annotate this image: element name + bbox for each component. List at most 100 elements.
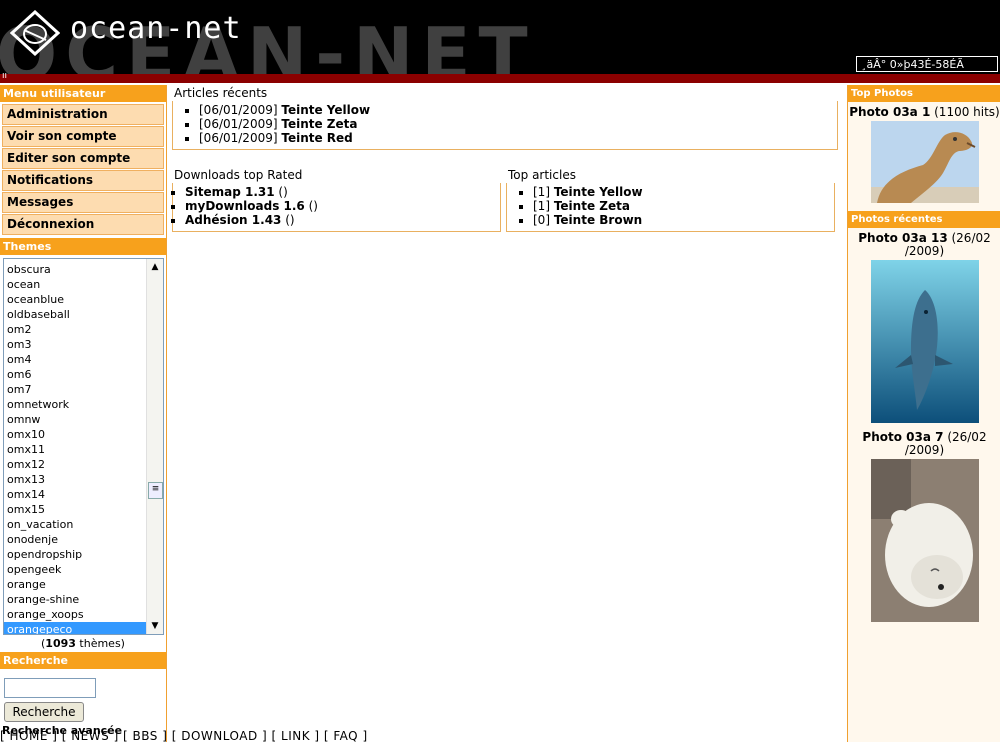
search-title: Recherche [0,652,166,669]
theme-list-scrollbar[interactable]: ▲ ≡ ▼ [146,259,163,634]
download-meta: () [281,213,295,227]
list-item[interactable]: [06/01/2009] Teinte Red [199,131,837,145]
theme-option[interactable]: omx12 [4,457,146,472]
article-count: [1] [533,185,550,199]
footer-links[interactable]: [ HOME ] [ NEWS ] [ BBS ] [ DOWNLOAD ] [… [0,729,368,743]
list-item[interactable]: [06/01/2009] Teinte Zeta [199,117,837,131]
menu-item-logout[interactable]: Déconnexion [2,214,164,235]
list-item[interactable]: Sitemap 1.31 () [185,185,500,199]
recent-photos-title: Photos récentes [848,211,1000,228]
main-content: Articles récents [06/01/2009] Teinte Yel… [172,85,842,232]
menu-item-notifications[interactable]: Notifications [2,170,164,191]
article-count: [1] [533,199,550,213]
theme-option[interactable]: om7 [4,382,146,397]
theme-option[interactable]: omx13 [4,472,146,487]
search-input[interactable] [4,678,96,698]
header-red-bar: ıı [0,71,1000,83]
theme-count-number: 1093 [45,637,76,650]
scroll-thumb[interactable]: ≡ [148,482,163,499]
theme-option[interactable]: orange-shine [4,592,146,607]
theme-option[interactable]: omx14 [4,487,146,502]
list-item[interactable]: [1] Teinte Yellow [533,185,834,199]
photo-caption: Photo 03a 7 (26/02 /2009) [848,431,1000,457]
recent-articles-box: [06/01/2009] Teinte Yellow [06/01/2009] … [172,101,838,150]
list-item[interactable]: [06/01/2009] Teinte Yellow [199,103,837,117]
list-item[interactable]: myDownloads 1.6 () [185,199,500,213]
theme-option[interactable]: orange_xoops [4,607,146,622]
top-articles-block: Top articles [1] Teinte Yellow [1] Teint… [506,167,835,232]
article-link[interactable]: Teinte Brown [554,213,642,227]
article-link[interactable]: Teinte Yellow [281,103,370,117]
dolphin-photo[interactable] [870,260,979,423]
theme-option[interactable]: oldbaseball [4,307,146,322]
theme-count-suffix: thèmes) [75,637,125,650]
recent-articles-block: Articles récents [06/01/2009] Teinte Yel… [172,85,838,150]
download-link[interactable]: Adhésion 1.43 [185,213,281,227]
theme-option[interactable]: omx10 [4,427,146,442]
theme-option[interactable]: opengeek [4,562,146,577]
photo-title-link[interactable]: Photo 03a 13 [858,231,947,245]
themes-title: Themes [0,238,166,255]
download-meta: () [274,185,288,199]
theme-option[interactable]: orangepeco [4,622,146,634]
left-column: Menu utilisateur Administration Voir son… [0,85,167,742]
theme-option[interactable]: opendropship [4,547,146,562]
theme-option[interactable]: on_vacation [4,517,146,532]
theme-option[interactable]: onodenje [4,532,146,547]
article-link[interactable]: Teinte Yellow [554,185,643,199]
menu-item-administration[interactable]: Administration [2,104,164,125]
scroll-down-arrow-icon[interactable]: ▼ [147,618,163,634]
photo-caption: Photo 03a 1 (1100 hits) [848,106,1000,119]
top-photos-title: Top Photos [848,85,1000,102]
top-articles-title: Top articles [508,168,576,182]
menu-item-view-account[interactable]: Voir son compte [2,126,164,147]
theme-option[interactable]: om3 [4,337,146,352]
article-count: [0] [533,213,550,227]
photo-caption: Photo 03a 13 (26/02 /2009) [848,232,1000,258]
theme-option[interactable]: om4 [4,352,146,367]
right-column: Top Photos Photo 03a 1 (1100 hits) Photo… [847,85,1000,742]
search-button[interactable]: Recherche [4,702,84,722]
theme-option[interactable]: omnw [4,412,146,427]
list-item[interactable]: [0] Teinte Brown [533,213,834,227]
article-date: [06/01/2009] [199,103,278,117]
user-menu-title: Menu utilisateur [0,85,166,102]
theme-select-list[interactable]: obscura ocean oceanblue oldbaseball om2 om3 om… [3,258,164,635]
theme-option[interactable]: ocean [4,277,146,292]
download-meta: () [304,199,318,213]
theme-count: (1093 thèmes) [0,635,166,652]
photo-title-link[interactable]: Photo 03a 1 [849,105,930,119]
theme-option[interactable]: orange [4,577,146,592]
list-item[interactable]: Adhésion 1.43 () [185,213,500,227]
theme-options: obscura ocean oceanblue oldbaseball om2 om3 om… [4,262,146,634]
article-link[interactable]: Teinte Zeta [281,117,357,131]
photo-title-link[interactable]: Photo 03a 7 [862,430,943,444]
header-info-box: ¸äÂ° 0»þ43É-58ÉÃ [856,56,998,72]
download-link[interactable]: Sitemap 1.31 [185,185,275,199]
menu-item-edit-account[interactable]: Editer son compte [2,148,164,169]
theme-option[interactable]: om2 [4,322,146,337]
article-link[interactable]: Teinte Red [281,131,352,145]
red-bar-mark: ıı [2,71,8,81]
theme-option[interactable]: omx11 [4,442,146,457]
top-articles-box: [1] Teinte Yellow [1] Teinte Zeta [0] Te… [506,183,835,232]
theme-option[interactable]: omx15 [4,502,146,517]
site-logo-text[interactable]: ocean-net [70,14,242,44]
polar-bear-photo[interactable] [870,459,979,622]
site-header: OCEAN-NET ocean-net ¸äÂ° 0»þ43É-58ÉÃ [0,0,1000,74]
article-link[interactable]: Teinte Zeta [554,199,630,213]
camel-photo[interactable] [870,121,979,203]
theme-option[interactable]: oceanblue [4,292,146,307]
photo-meta: (1100 hits) [930,105,1000,119]
menu-item-messages[interactable]: Messages [2,192,164,213]
logo-icon[interactable] [10,10,60,56]
scroll-up-arrow-icon[interactable]: ▲ [147,259,163,275]
recent-articles-title: Articles récents [174,86,268,100]
user-menu: Administration Voir son compte Editer so… [0,102,166,238]
theme-option[interactable]: om6 [4,367,146,382]
article-date: [06/01/2009] [199,131,278,145]
theme-option[interactable]: obscura [4,262,146,277]
download-link[interactable]: myDownloads 1.6 [185,199,305,213]
theme-option[interactable]: omnetwork [4,397,146,412]
list-item[interactable]: [1] Teinte Zeta [533,199,834,213]
